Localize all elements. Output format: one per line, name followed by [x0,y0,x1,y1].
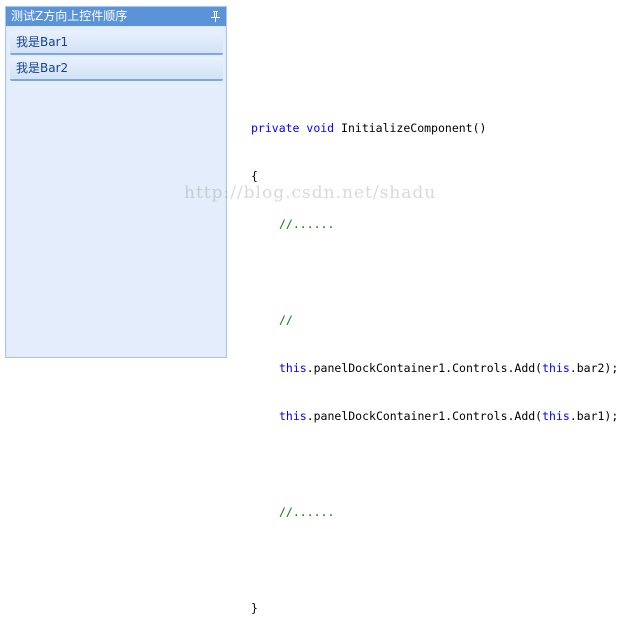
comment-empty: // [279,313,293,327]
keyword-this: this [542,409,570,423]
code-line-add-bar1: this.panelDockContainer1.Controls.Add(th… [251,408,618,424]
code-line-close-brace: } [251,601,258,615]
code-line-comment-empty: // [251,312,618,328]
code-line-comment-2: //...... [251,504,618,520]
code-call: .panelDockContainer1.Controls.Add( [306,361,543,375]
bar1-item[interactable]: 我是Bar1 [10,31,223,55]
dock-panel: 测试Z方向上控件顺序 我是Bar1 我是Bar2 [5,6,227,358]
code-arg: .bar1); [569,409,619,423]
code-line-add-bar2: this.panelDockContainer1.Controls.Add(th… [251,360,618,376]
method-name: InitializeComponent() [341,121,487,135]
keyword-this: this [279,361,307,375]
code-block: private void InitializeComponent() { //.… [251,88,618,632]
keyword-this: this [279,409,307,423]
watermark: http://blog.csdn.net/shadu [184,183,437,203]
code-arg: .bar2); [569,361,619,375]
dock-panel-title-bar[interactable]: 测试Z方向上控件顺序 [6,7,226,26]
bar2-item[interactable]: 我是Bar2 [10,57,223,81]
comment-ellipsis: //...... [279,505,335,519]
keyword-private: private [251,121,300,135]
pin-icon[interactable] [211,11,220,22]
keyword-this: this [542,361,570,375]
keyword-void: void [306,121,335,135]
code-line-open-brace: { [251,169,258,183]
code-line-signature: private void InitializeComponent() [251,120,618,136]
comment-ellipsis: //...... [279,217,335,231]
dock-panel-title: 测试Z方向上控件顺序 [11,9,128,23]
code-line-comment-1: //...... [251,216,618,232]
code-call: .panelDockContainer1.Controls.Add( [306,409,543,423]
